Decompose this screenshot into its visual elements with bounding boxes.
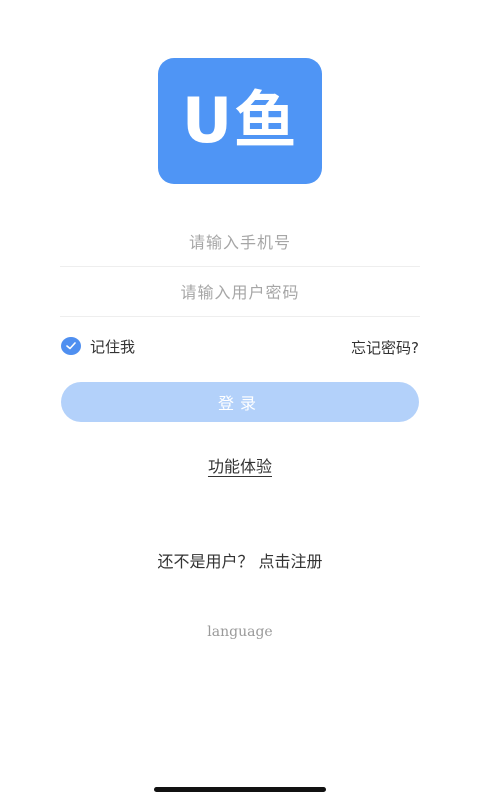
login-button[interactable]: 登录 bbox=[61, 382, 419, 422]
remember-me-toggle[interactable]: 记住我 bbox=[61, 336, 135, 356]
language-switch[interactable]: language bbox=[207, 624, 272, 640]
forgot-password-link[interactable]: 忘记密码? bbox=[351, 337, 419, 358]
app-logo: U鱼 bbox=[158, 58, 322, 184]
password-field bbox=[60, 268, 420, 317]
home-indicator[interactable] bbox=[154, 787, 326, 792]
check-icon[interactable] bbox=[61, 337, 81, 355]
language-container: language bbox=[0, 624, 480, 640]
demo-link-container: 功能体验 bbox=[0, 453, 480, 477]
remember-me-label: 记住我 bbox=[90, 337, 136, 356]
phone-input[interactable] bbox=[60, 218, 420, 266]
register-link[interactable]: 还不是用户？ 点击注册 bbox=[157, 552, 322, 571]
phone-field bbox=[60, 218, 420, 267]
feature-demo-link[interactable]: 功能体验 bbox=[208, 457, 272, 476]
app-logo-text: U鱼 bbox=[181, 84, 299, 157]
password-input[interactable] bbox=[60, 268, 420, 316]
register-prompt-container: 还不是用户？ 点击注册 bbox=[0, 548, 480, 572]
